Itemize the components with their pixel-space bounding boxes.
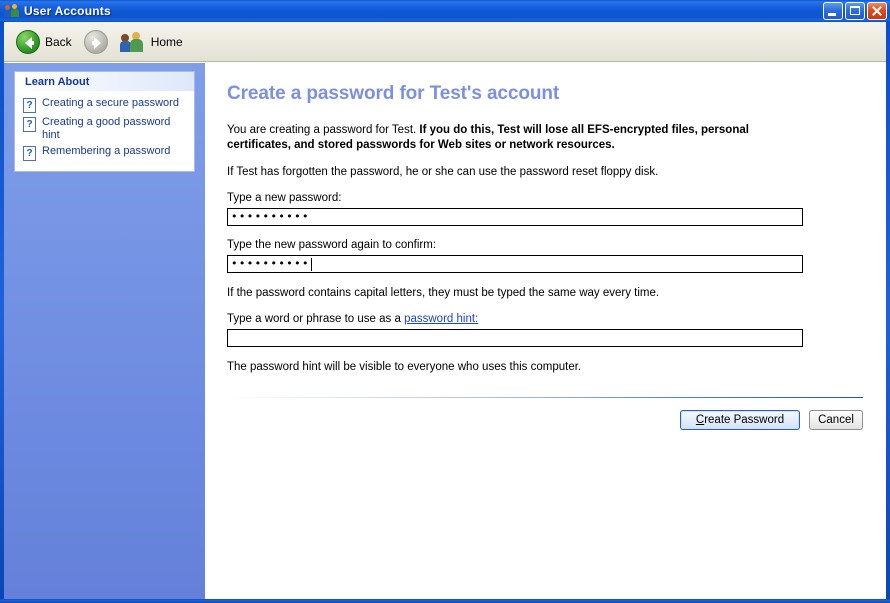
- password-hint-link[interactable]: password hint:: [404, 313, 478, 325]
- confirm-password-input[interactable]: ••••••••••: [227, 255, 803, 273]
- confirm-password-value: ••••••••••: [231, 256, 310, 272]
- page-title: Create a password for Test's account: [227, 83, 864, 105]
- learn-about-title: Learn About: [25, 76, 89, 88]
- learn-about-items: ? Creating a secure password ? Creating …: [15, 92, 194, 171]
- learn-about-panel: Learn About ? Creating a secure password…: [14, 71, 195, 172]
- close-button[interactable]: [867, 2, 887, 20]
- window-controls: [823, 2, 890, 20]
- window-title: User Accounts: [24, 4, 823, 18]
- sidebar-item-remembering-password[interactable]: ? Remembering a password: [23, 145, 188, 161]
- action-buttons: Create Password Cancel: [227, 410, 863, 430]
- forward-arrow-icon: [84, 30, 108, 54]
- back-button-label: Back: [45, 35, 72, 49]
- help-question-icon: ?: [23, 117, 36, 132]
- new-password-value: ••••••••••: [231, 209, 310, 225]
- maximize-button[interactable]: [845, 2, 865, 20]
- text-caret: [311, 258, 312, 271]
- confirm-password-label: Type the new password again to confirm:: [227, 239, 864, 251]
- title-bar: User Accounts: [0, 0, 890, 22]
- sidebar-item-creating-good-password-hint[interactable]: ? Creating a good password hint: [23, 116, 188, 142]
- section-divider: [227, 397, 863, 398]
- home-users-icon: [120, 31, 146, 53]
- sidebar-item-label: Creating a secure password: [42, 97, 179, 110]
- create-password-button[interactable]: Create Password: [680, 410, 800, 430]
- main-content: Create a password for Test's account You…: [205, 63, 886, 599]
- navigation-toolbar: Back Home: [4, 22, 886, 62]
- home-button[interactable]: Home: [114, 25, 189, 59]
- cancel-button[interactable]: Cancel: [809, 410, 863, 430]
- window-border-bottom: [0, 599, 890, 603]
- sidebar-item-label: Creating a good password hint: [42, 116, 184, 142]
- sidebar-item-creating-secure-password[interactable]: ? Creating a secure password: [23, 97, 188, 113]
- sidebar-item-label: Remembering a password: [42, 145, 170, 158]
- capital-letters-note: If the password contains capital letters…: [227, 286, 805, 301]
- window-border-right: [886, 22, 890, 603]
- minimize-button[interactable]: [823, 2, 843, 20]
- back-button[interactable]: Back: [10, 25, 78, 59]
- password-reset-note: If Test has forgotten the password, he o…: [227, 165, 805, 180]
- hint-visibility-note: The password hint will be visible to eve…: [227, 360, 805, 375]
- password-hint-input[interactable]: [227, 329, 803, 347]
- help-question-icon: ?: [23, 146, 36, 161]
- sidebar: Learn About ? Creating a secure password…: [4, 63, 205, 599]
- cancel-button-label: Cancel: [818, 414, 854, 426]
- create-password-accel: C: [696, 414, 704, 426]
- intro-paragraph: You are creating a password for Test. If…: [227, 123, 805, 153]
- create-password-label: reate Password: [704, 414, 784, 426]
- help-question-icon: ?: [23, 98, 36, 113]
- password-hint-label: Type a word or phrase to use as a passwo…: [227, 313, 864, 325]
- password-hint-label-prefix: Type a word or phrase to use as a: [227, 313, 404, 325]
- user-accounts-window: User Accounts Back: [0, 0, 890, 603]
- user-accounts-icon: [4, 3, 20, 19]
- back-arrow-icon: [16, 30, 40, 54]
- new-password-input[interactable]: ••••••••••: [227, 208, 803, 226]
- home-button-label: Home: [151, 35, 183, 49]
- new-password-label: Type a new password:: [227, 192, 864, 204]
- learn-about-header: Learn About: [15, 72, 194, 92]
- forward-button[interactable]: [78, 25, 114, 59]
- window-border-left: [0, 22, 4, 603]
- intro-normal-text: You are creating a password for Test.: [227, 124, 419, 136]
